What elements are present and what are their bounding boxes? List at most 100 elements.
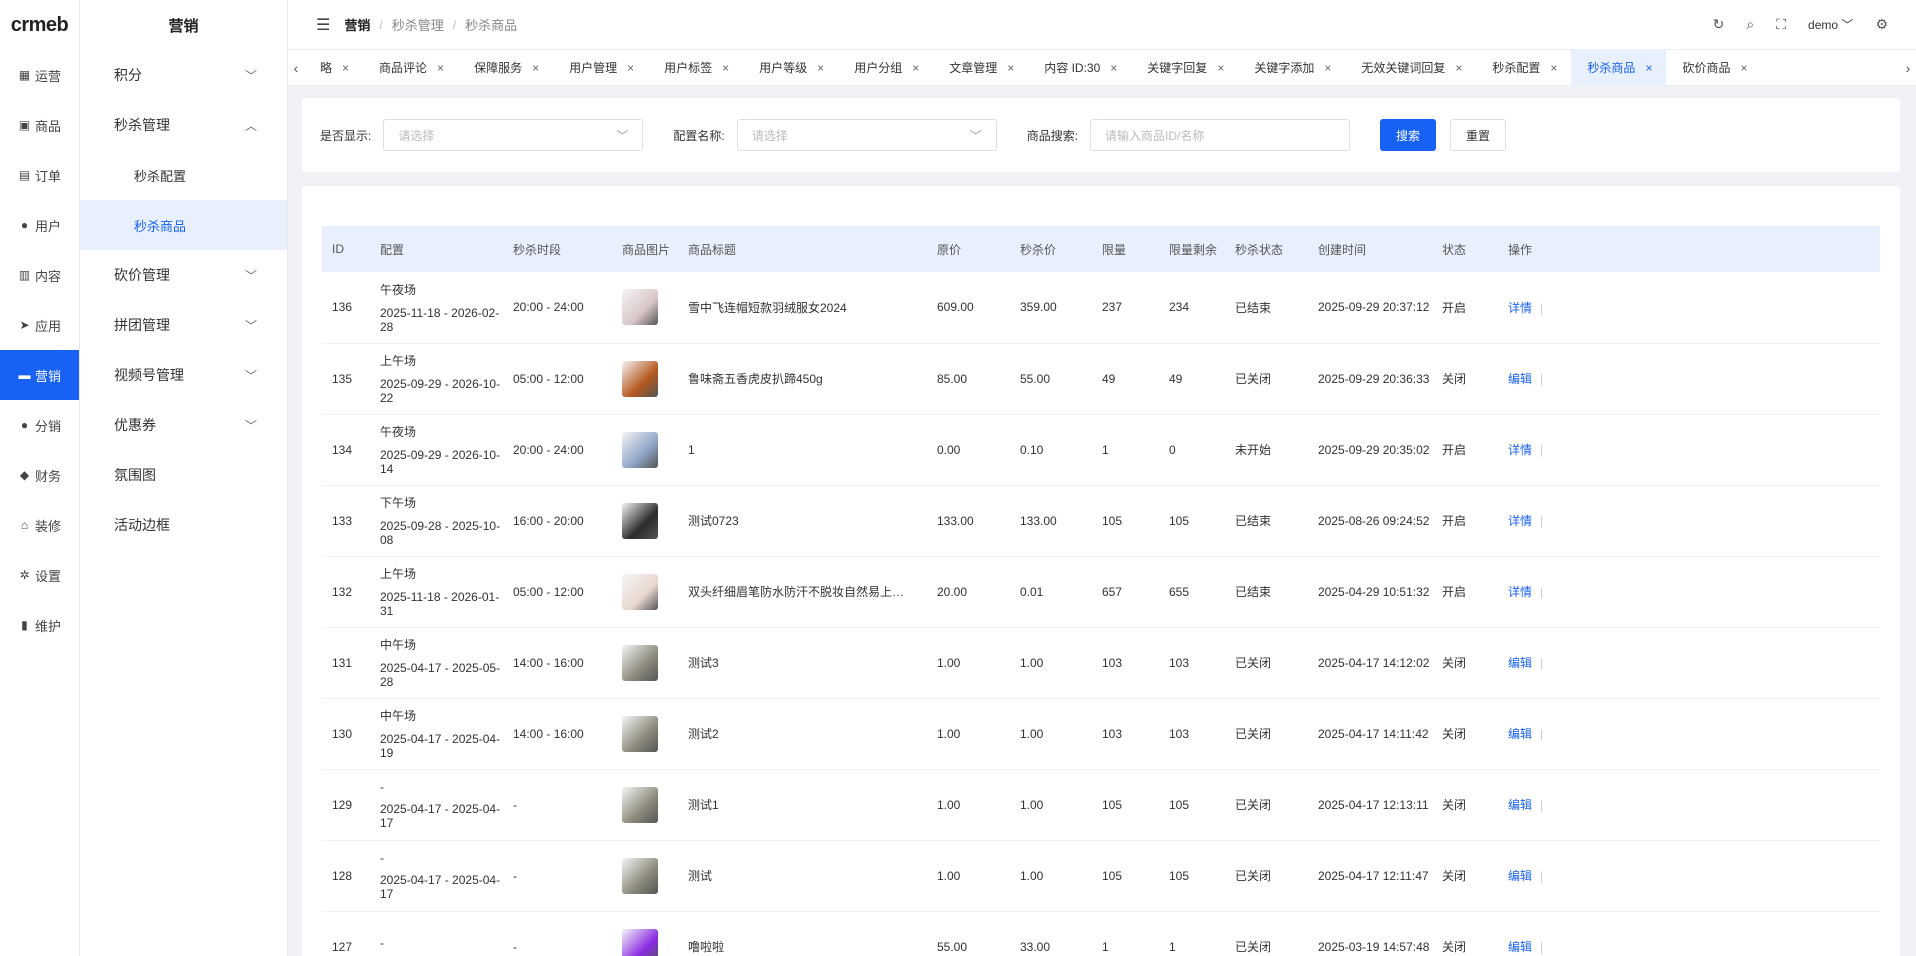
rail-item-11[interactable]: ▮ 维护 xyxy=(0,600,79,650)
close-icon[interactable]: × xyxy=(1324,61,1331,75)
sidebar-item-3[interactable]: 秒杀商品 xyxy=(80,200,287,250)
sidebar-group-8[interactable]: 氛围图 xyxy=(80,450,287,500)
close-icon[interactable]: × xyxy=(342,61,349,75)
cell-config: - xyxy=(370,911,503,956)
sidebar-group-9[interactable]: 活动边框 xyxy=(80,500,287,550)
sidebar-item-2[interactable]: 秒杀配置 xyxy=(80,150,287,200)
breadcrumb-level-2[interactable]: 秒杀管理 xyxy=(392,15,444,34)
rail-item-9[interactable]: ⌂ 装修 xyxy=(0,500,79,550)
close-icon[interactable]: × xyxy=(722,61,729,75)
edit-link[interactable]: 编辑 xyxy=(1508,656,1532,670)
detail-link[interactable]: 详情 xyxy=(1508,585,1532,599)
edit-link[interactable]: 编辑 xyxy=(1508,798,1532,812)
cell-image xyxy=(612,343,678,415)
product-thumbnail[interactable] xyxy=(622,573,658,610)
tabs-scroll-left-icon[interactable]: ‹ xyxy=(288,60,304,76)
rail-item-4[interactable]: ▥ 内容 xyxy=(0,250,79,300)
show-filter-select[interactable]: 请选择 ﹀ xyxy=(383,119,644,151)
product-thumbnail[interactable] xyxy=(622,928,658,956)
tab-9[interactable]: 关键字回复 × xyxy=(1131,50,1238,85)
product-thumbnail[interactable] xyxy=(622,786,658,823)
edit-link[interactable]: 编辑 xyxy=(1508,940,1532,954)
close-icon[interactable]: × xyxy=(437,61,444,75)
detail-link[interactable]: 详情 xyxy=(1508,514,1532,528)
rail-item-8[interactable]: ◆ 财务 xyxy=(0,450,79,500)
rail-item-5[interactable]: ➤ 应用 xyxy=(0,300,79,350)
close-icon[interactable]: × xyxy=(817,61,824,75)
rail-item-1[interactable]: ▣ 商品 xyxy=(0,100,79,150)
tab-14[interactable]: 砍价商品 × xyxy=(1666,50,1761,85)
product-thumbnail[interactable] xyxy=(622,857,658,894)
product-thumbnail[interactable] xyxy=(622,360,658,397)
sidebar-group-0[interactable]: 积分 ﹀ xyxy=(80,50,287,100)
close-icon[interactable]: × xyxy=(1007,61,1014,75)
rail-item-0[interactable]: ▦ 运营 xyxy=(0,50,79,100)
sidebar-group-6[interactable]: 视频号管理 ﹀ xyxy=(80,350,287,400)
tab-13[interactable]: 秒杀商品 × xyxy=(1571,50,1667,85)
tab-6[interactable]: 用户分组 × xyxy=(838,50,933,85)
close-icon[interactable]: × xyxy=(1740,61,1747,75)
sidebar-group-7[interactable]: 优惠券 ﹀ xyxy=(80,400,287,450)
rail-item-3[interactable]: ● 用户 xyxy=(0,200,79,250)
cell-quota-left: 105 xyxy=(1159,769,1225,841)
detail-link[interactable]: 详情 xyxy=(1508,301,1532,315)
sidebar-group-5[interactable]: 拼团管理 ﹀ xyxy=(80,300,287,350)
tab-3[interactable]: 用户管理 × xyxy=(553,50,648,85)
cell-title: 测试 xyxy=(678,840,927,912)
tabs-scroll-right-icon[interactable]: › xyxy=(1900,60,1916,76)
table-row: 127- - 噜啦啦 55.00 33.00 1 1 已关闭 2025-03-19 14:57:… xyxy=(322,911,1880,956)
chevron-down-icon: ﹀ xyxy=(616,128,629,143)
maintenance-icon: ▮ xyxy=(21,618,28,632)
product-thumbnail[interactable] xyxy=(622,431,658,468)
product-thumbnail[interactable] xyxy=(622,644,658,681)
reset-button[interactable]: 重置 xyxy=(1450,119,1507,151)
sidebar-group-4[interactable]: 砍价管理 ﹀ xyxy=(80,250,287,300)
cell-created-time: 2025-09-29 20:37:12 xyxy=(1308,272,1432,344)
breadcrumb-level-1[interactable]: 营销 xyxy=(344,15,370,34)
close-icon[interactable]: × xyxy=(1550,61,1557,75)
settings-icon[interactable]: ⚙ xyxy=(1875,16,1888,33)
search-icon[interactable]: ⌕ xyxy=(1746,16,1754,33)
cell-image xyxy=(612,769,678,841)
product-thumbnail[interactable] xyxy=(622,289,658,326)
tab-12[interactable]: 秒杀配置 × xyxy=(1476,50,1571,85)
product-thumbnail[interactable] xyxy=(622,715,658,752)
menu-toggle-icon[interactable]: ☰ xyxy=(316,15,330,35)
edit-link[interactable]: 编辑 xyxy=(1508,372,1532,386)
close-icon[interactable]: × xyxy=(532,61,539,75)
tab-5[interactable]: 用户等级 × xyxy=(743,50,838,85)
rail-item-10[interactable]: ✲ 设置 xyxy=(0,550,79,600)
rail-item-2[interactable]: ▤ 订单 xyxy=(0,150,79,200)
user-menu[interactable]: demo ﹀ xyxy=(1808,16,1853,33)
tab-2[interactable]: 保障服务 × xyxy=(458,50,553,85)
tab-4[interactable]: 用户标签 × xyxy=(648,50,743,85)
rail-item-6[interactable]: ▬ 营销 xyxy=(0,350,79,400)
tab-11[interactable]: 无效关键词回复 × xyxy=(1345,50,1476,85)
tab-0[interactable]: 略 × xyxy=(304,50,363,85)
refresh-icon[interactable]: ↻ xyxy=(1713,16,1725,33)
tab-1[interactable]: 商品评论 × xyxy=(363,50,458,85)
close-icon[interactable]: × xyxy=(1110,61,1117,75)
edit-link[interactable]: 编辑 xyxy=(1508,727,1532,741)
search-button[interactable]: 搜索 xyxy=(1380,119,1437,151)
close-icon[interactable]: × xyxy=(1645,61,1652,75)
close-icon[interactable]: × xyxy=(627,61,634,75)
close-icon[interactable]: × xyxy=(912,61,919,75)
fullscreen-icon[interactable]: ⛶ xyxy=(1776,16,1786,33)
cell-seckill-status: 已结束 xyxy=(1225,272,1308,344)
tab-8[interactable]: 内容 ID:30 × xyxy=(1028,50,1131,85)
cell-created-time: 2025-04-17 14:12:02 xyxy=(1308,627,1432,699)
column-header: 限量 xyxy=(1102,242,1127,257)
product-search-input[interactable]: 请输入商品ID/名称 xyxy=(1090,119,1351,151)
rail-item-7[interactable]: ● 分销 xyxy=(0,400,79,450)
detail-link[interactable]: 详情 xyxy=(1508,443,1532,457)
close-icon[interactable]: × xyxy=(1455,61,1462,75)
config-filter-select[interactable]: 请选择 ﹀ xyxy=(736,119,997,151)
tab-7[interactable]: 文章管理 × xyxy=(933,50,1028,85)
sidebar-group-1[interactable]: 秒杀管理 ︿ xyxy=(80,100,287,150)
tab-10[interactable]: 关键字添加 × xyxy=(1238,50,1345,85)
product-thumbnail[interactable] xyxy=(622,502,658,539)
close-icon[interactable]: × xyxy=(1217,61,1224,75)
edit-link[interactable]: 编辑 xyxy=(1508,869,1532,883)
column-header: 秒杀状态 xyxy=(1235,242,1284,257)
